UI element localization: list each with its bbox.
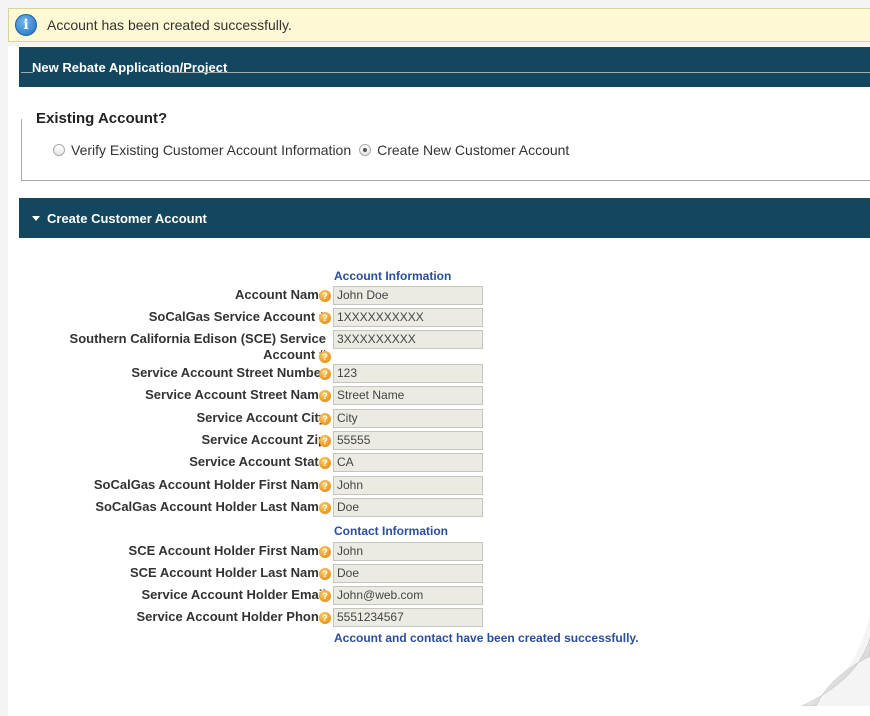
fieldset-border-left <box>21 72 33 73</box>
sce-account-field[interactable]: 3XXXXXXXXX <box>333 330 483 349</box>
create-account-section-header[interactable]: Create Customer Account <box>19 198 870 238</box>
contact-info-heading: Contact Information <box>334 524 448 538</box>
field-row-account-name: Account Name ? John Doe <box>0 286 870 306</box>
email-field[interactable]: John@web.com <box>333 586 483 605</box>
success-notice: i Account has been created successfully. <box>8 8 870 42</box>
info-icon: i <box>15 14 37 36</box>
help-icon[interactable]: ? <box>319 435 331 447</box>
existing-account-options: Verify Existing Customer Account Informa… <box>53 142 577 158</box>
help-icon[interactable]: ? <box>319 612 331 624</box>
field-row-socalgas-first-name: SoCalGas Account Holder First Name ? Joh… <box>0 476 870 496</box>
field-row-sce-last-name: SCE Account Holder Last Name ? Doe <box>0 564 870 584</box>
notice-text: Account has been created successfully. <box>47 17 292 33</box>
help-icon[interactable]: ? <box>319 480 331 492</box>
account-info-heading: Account Information <box>334 269 452 283</box>
help-icon[interactable]: ? <box>319 290 331 302</box>
street-number-field[interactable]: 123 <box>333 364 483 383</box>
street-name-field[interactable]: Street Name <box>333 386 483 405</box>
field-label: Service Account Holder Phone <box>136 609 326 624</box>
socalgas-first-name-field[interactable]: John <box>333 476 483 495</box>
help-icon[interactable]: ? <box>319 351 331 363</box>
field-label: SoCalGas Service Account # <box>148 309 326 324</box>
field-label: SCE Account Holder First Name <box>128 543 326 558</box>
field-row-street-name: Service Account Street Name ? Street Nam… <box>0 386 870 406</box>
help-icon[interactable]: ? <box>319 568 331 580</box>
verify-existing-label[interactable]: Verify Existing Customer Account Informa… <box>71 142 351 158</box>
fieldset-border-right <box>169 72 870 73</box>
help-icon[interactable]: ? <box>319 502 331 514</box>
field-row-city: Service Account City ? City <box>0 409 870 429</box>
field-row-phone: Service Account Holder Phone ? 555123456… <box>0 608 870 628</box>
sce-last-name-field[interactable]: Doe <box>333 564 483 583</box>
field-row-socalgas-last-name: SoCalGas Account Holder Last Name ? Doe <box>0 498 870 518</box>
field-label: Service Account City <box>196 410 326 425</box>
create-new-radio[interactable] <box>359 144 372 156</box>
field-row-sce-first-name: SCE Account Holder First Name ? John <box>0 542 870 562</box>
socalgas-last-name-field[interactable]: Doe <box>333 498 483 517</box>
field-label: Service Account Street Name <box>145 387 326 402</box>
field-label: SoCalGas Account Holder First Name <box>93 477 326 492</box>
field-label: Service Account Holder Email <box>141 587 326 602</box>
page-curl-icon <box>800 616 870 706</box>
socalgas-account-field[interactable]: 1XXXXXXXXXX <box>333 308 483 327</box>
field-row-socalgas-account: SoCalGas Service Account # ? 1XXXXXXXXXX <box>0 308 870 328</box>
existing-account-legend: Existing Account? <box>35 110 169 127</box>
verify-existing-radio[interactable] <box>53 144 65 156</box>
help-icon[interactable]: ? <box>319 590 331 602</box>
collapse-caret-icon[interactable] <box>32 215 40 221</box>
success-message: Account and contact have been created su… <box>334 631 639 645</box>
field-label: SCE Account Holder Last Name <box>129 565 326 580</box>
help-icon[interactable]: ? <box>319 457 331 469</box>
page-header-bar: New Rebate Application/Project <box>19 47 870 87</box>
field-label: Southern California Edison (SCE) Service… <box>69 331 326 362</box>
sce-first-name-field[interactable]: John <box>333 542 483 561</box>
field-row-state: Service Account State ? CA <box>0 453 870 473</box>
city-field[interactable]: City <box>333 409 483 428</box>
phone-field[interactable]: 5551234567 <box>333 608 483 627</box>
help-icon[interactable]: ? <box>319 546 331 558</box>
field-label: Service Account Street Number <box>131 365 326 380</box>
help-icon[interactable]: ? <box>319 368 331 380</box>
field-label: SoCalGas Account Holder Last Name <box>95 499 326 514</box>
zip-field[interactable]: 55555 <box>333 431 483 450</box>
field-label: Account Name <box>234 287 326 302</box>
field-row-email: Service Account Holder Email ? John@web.… <box>0 586 870 606</box>
help-icon[interactable]: ? <box>319 312 331 324</box>
field-row-zip: Service Account Zip ? 55555 <box>0 431 870 451</box>
create-account-title: Create Customer Account <box>47 210 207 226</box>
help-icon[interactable]: ? <box>319 413 331 425</box>
state-field[interactable]: CA <box>333 453 483 472</box>
field-row-sce-account: Southern California Edison (SCE) Service… <box>0 330 870 364</box>
account-name-field[interactable]: John Doe <box>333 286 483 305</box>
field-label: Service Account State <box>189 454 326 469</box>
help-icon[interactable]: ? <box>319 390 331 402</box>
field-label: Service Account Zip <box>201 432 327 447</box>
create-new-label[interactable]: Create New Customer Account <box>377 142 569 158</box>
field-row-street-number: Service Account Street Number ? 123 <box>0 364 870 384</box>
